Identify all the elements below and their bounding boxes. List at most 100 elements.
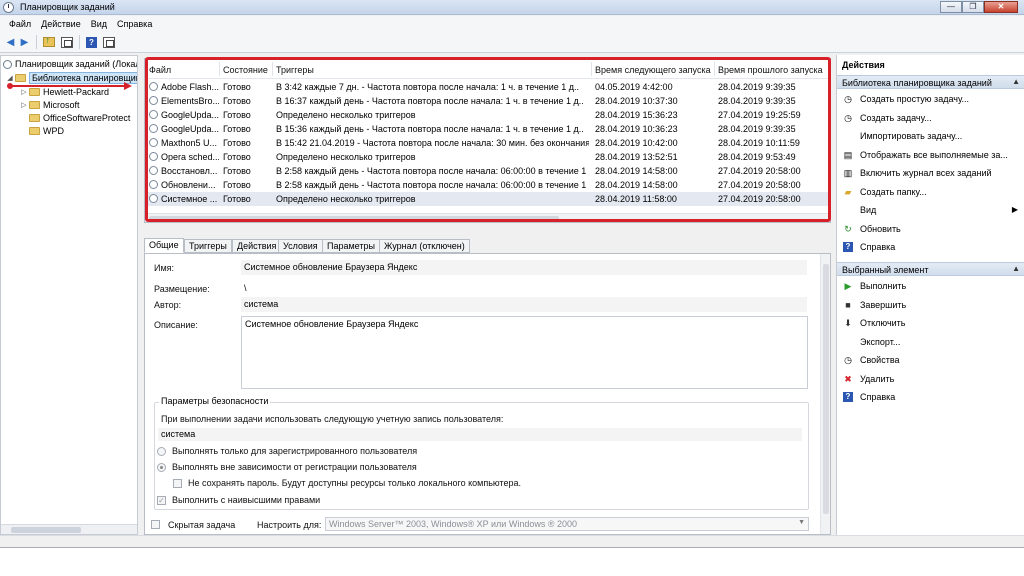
collapse-icon[interactable]: ▲ (1012, 264, 1020, 273)
tree-item-microsoft[interactable]: ▷ Microsoft (19, 99, 79, 111)
minimize-button[interactable]: — (940, 1, 962, 13)
column-header-triggers[interactable]: Триггеры (276, 65, 314, 75)
author-field[interactable]: система (241, 297, 807, 312)
task-next-run-cell: 28.04.2019 10:42:00 (595, 138, 678, 148)
tree-root[interactable]: Планировщик заданий (Локальный) (3, 58, 137, 70)
tab-general[interactable]: Общие (144, 238, 184, 253)
hidden-task-label: Скрытая задача (168, 520, 236, 530)
tab-conditions[interactable]: Условия (278, 239, 323, 253)
tab-settings[interactable]: Параметры (322, 239, 380, 253)
column-divider[interactable] (272, 62, 273, 76)
folder-up-icon[interactable] (42, 35, 55, 48)
tab-history[interactable]: Журнал (отключен) (379, 239, 470, 253)
tree-horizontal-scrollbar[interactable] (1, 524, 137, 534)
action-pane-icon[interactable] (102, 36, 115, 48)
menu-file[interactable]: Файл (4, 19, 36, 29)
configure-for-dropdown[interactable]: Windows Server™ 2003, Windows® XP или Wi… (325, 517, 809, 531)
action-refresh[interactable]: ↻ Обновить (837, 221, 1024, 238)
expand-arrow-icon[interactable]: ▷ (19, 101, 29, 109)
column-header-last-run[interactable]: Время прошлого запуска (718, 65, 823, 75)
status-bar (0, 535, 1024, 547)
account-field: система (158, 428, 802, 441)
properties-vertical-scrollbar[interactable] (820, 254, 830, 534)
task-next-run-cell: 28.04.2019 13:52:51 (595, 152, 678, 162)
task-list-horizontal-scrollbar[interactable] (145, 213, 830, 222)
description-field[interactable]: Системное обновление Браузера Яндекс (241, 316, 808, 389)
back-arrow-icon[interactable]: ◀ (4, 36, 17, 48)
actions-section-selected[interactable]: Выбранный элемент ▲ (837, 262, 1024, 276)
action-action-items1-2[interactable]: Импортировать задачу... (837, 128, 1024, 145)
location-label: Размещение: (154, 284, 210, 294)
clock-icon (3, 59, 12, 69)
close-button[interactable]: ✕ (984, 1, 1018, 13)
action-label: Завершить (860, 299, 907, 310)
tree-item-officesoftwareprotect[interactable]: OfficeSoftwareProtect (29, 112, 130, 124)
column-divider[interactable] (219, 62, 220, 76)
task-clock-icon (149, 82, 158, 91)
table-row[interactable]: ElementsBro... Готово В 16:37 каждый день … (145, 94, 830, 108)
action-create-task[interactable]: ◷ Создать задачу... (837, 110, 1024, 127)
action-label: Свойства (860, 355, 900, 365)
table-row[interactable]: Восстановл... Готово В 2:58 каждый день - … (145, 164, 830, 178)
configure-for-label: Настроить для: (257, 520, 322, 530)
table-row[interactable]: Adobe Flash... Готово В 3:42 каждые 7 дн. … (145, 80, 830, 94)
action-enable-history[interactable]: ▥ Включить журнал всех заданий (837, 165, 1024, 182)
name-field[interactable]: Системное обновление Браузера Яндекс (241, 260, 807, 275)
column-divider[interactable] (714, 62, 715, 76)
table-row[interactable]: Обновлени... Готово В 2:58 каждый день - Ч… (145, 178, 830, 192)
column-header-next-run[interactable]: Время следующего запуска (595, 65, 711, 75)
action-new-folder[interactable]: ▰ Создать папку... (837, 184, 1024, 201)
expand-arrow-icon[interactable]: ◢ (5, 74, 15, 82)
menu-help[interactable]: Справка (112, 19, 157, 29)
action-properties[interactable]: ◷ Свойства (837, 352, 1024, 369)
menu-view[interactable]: Вид (86, 19, 112, 29)
forward-arrow-icon[interactable]: ▶ (18, 36, 31, 48)
column-header-file[interactable]: Файл (149, 65, 171, 75)
action-help[interactable]: ? Справка (837, 239, 1024, 256)
tab-actions[interactable]: Действия (232, 239, 282, 253)
action-label: Выполнить (860, 281, 907, 291)
task-status-cell: Готово (223, 152, 251, 162)
tab-triggers[interactable]: Триггеры (184, 239, 232, 253)
action-end[interactable]: ■ Завершить (837, 297, 1024, 314)
column-divider[interactable] (591, 62, 592, 76)
action-run[interactable]: ▶ Выполнить (837, 278, 1024, 295)
task-list-header: Файл Состояние Триггеры Время следующего… (145, 59, 830, 79)
action-help[interactable]: ? Справка (837, 389, 1024, 406)
actions-section-library[interactable]: Библиотека планировщика заданий ▲ (837, 75, 1024, 89)
no-store-password-checkbox[interactable] (173, 479, 182, 488)
tree-item-label: OfficeSoftwareProtect (43, 113, 131, 123)
task-name-cell: Восстановл... (161, 166, 218, 176)
expand-arrow-icon[interactable]: ▷ (19, 88, 29, 96)
tree-item-hewlett-packard[interactable]: ▷ Hewlett-Packard (19, 86, 109, 98)
tree-item-library[interactable]: ◢ Библиотека планировщика (5, 72, 137, 84)
task-name-cell: Системное ... (161, 194, 218, 204)
radio-logged-on-only[interactable] (157, 447, 166, 456)
highest-privileges-checkbox[interactable]: ✓ (157, 496, 166, 505)
radio-whether-logged-on[interactable] (157, 463, 166, 472)
table-row[interactable]: GoogleUpda... Готово В 15:36 каждый день -… (145, 122, 830, 136)
table-row[interactable]: GoogleUpda... Готово Определено несколько … (145, 108, 830, 122)
task-triggers-cell: Определено несколько триггеров (276, 110, 416, 120)
action-action-items2-3[interactable]: Экспорт... (837, 334, 1024, 351)
action-disable[interactable]: ⬇ Отключить (837, 315, 1024, 332)
actions-header: Действия (837, 58, 1024, 72)
action-delete[interactable]: ✖ Удалить (837, 371, 1024, 388)
action-display-running[interactable]: ▤ Отображать все выполняемые за... (837, 147, 1024, 164)
action-action-items1-6[interactable]: Вид ▶ (837, 202, 1024, 219)
no-store-password-label: Не сохранять пароль. Будут доступны ресу… (188, 478, 521, 488)
table-row[interactable]: Opera sched... Готово Определено несколько… (145, 150, 830, 164)
tree-item-wpd[interactable]: WPD (29, 125, 64, 137)
help-icon[interactable]: ? (85, 36, 98, 48)
maximize-button[interactable]: ❐ (962, 1, 984, 13)
pane-splitter[interactable] (144, 223, 831, 233)
table-row[interactable]: Maxthon5 U... Готово В 15:42 21.04.2019 - … (145, 136, 830, 150)
hidden-task-checkbox[interactable] (151, 520, 160, 529)
table-row[interactable]: Системное ... Готово Определено несколько … (145, 192, 830, 206)
column-header-status[interactable]: Состояние (223, 65, 268, 75)
show-pane-icon[interactable] (60, 36, 73, 48)
radio-whether-logged-on-label: Выполнять вне зависимости от регистрации… (172, 462, 417, 472)
menu-action[interactable]: Действие (36, 19, 86, 29)
action-create-basic-task[interactable]: ◷ Создать простую задачу... (837, 91, 1024, 108)
collapse-icon[interactable]: ▲ (1012, 77, 1020, 86)
